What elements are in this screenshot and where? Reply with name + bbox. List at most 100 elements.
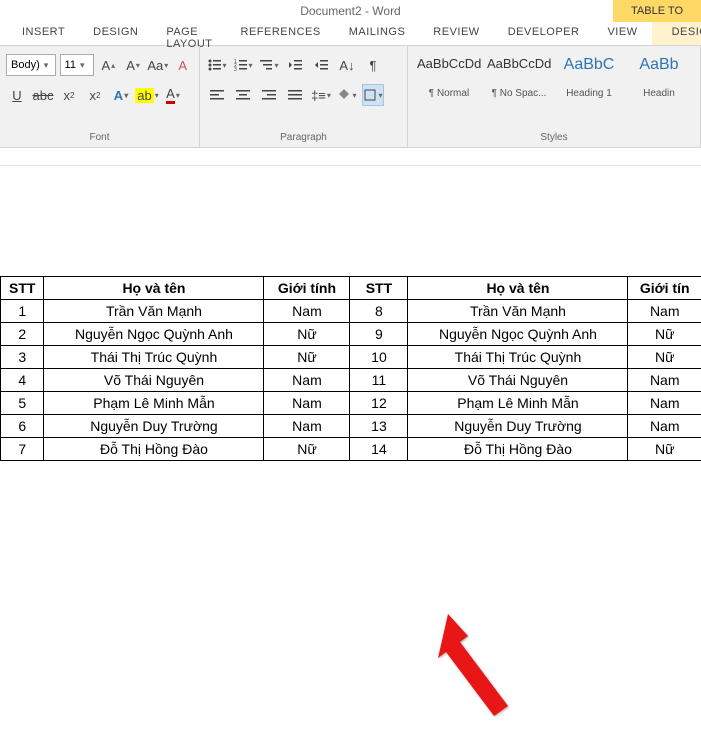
highlight-button[interactable]: ab▾ [136,84,158,106]
cell[interactable]: 6 [1,415,44,438]
cell[interactable]: Võ Thái Nguyên [408,369,628,392]
style--normal[interactable]: AaBbCcDd¶ Normal [414,52,484,108]
align-right-button[interactable] [258,84,280,106]
superscript-button[interactable]: x2 [84,84,106,106]
font-size-combo[interactable]: 11▾ [60,54,94,76]
bullets-button[interactable]: ▾ [206,54,228,76]
cell[interactable]: Võ Thái Nguyên [44,369,264,392]
tab-references[interactable]: REFERENCES [227,22,335,45]
line-spacing-button[interactable]: ‡≡▾ [310,84,332,106]
cell[interactable]: Nam [628,369,701,392]
cell[interactable]: Nữ [264,346,350,369]
tab-insert[interactable]: INSERT [8,22,79,45]
cell[interactable]: Nữ [628,323,701,346]
shrink-font-button[interactable]: A▾ [123,54,144,76]
multilevel-button[interactable]: ▾ [258,54,280,76]
cell[interactable]: 2 [1,323,44,346]
sort-button[interactable]: A↓ [336,54,358,76]
cell[interactable]: Nam [264,300,350,323]
col-name-1[interactable]: Họ và tên [44,277,264,300]
style-preview: AaBb [627,56,691,86]
col-gender-1[interactable]: Giới tính [264,277,350,300]
table-row[interactable]: 7Đỗ Thị Hồng ĐàoNữ14Đỗ Thị Hồng ĐàoNữ [1,438,701,461]
grow-font-button[interactable]: A▴ [98,54,119,76]
cell[interactable]: Phạm Lê Minh Mẫn [408,392,628,415]
shading-button[interactable]: ▾ [336,84,358,106]
font-color-button[interactable]: A▾ [162,84,184,106]
chevron-down-icon: ▾ [44,60,49,71]
cell[interactable]: 9 [350,323,408,346]
clear-formatting-button[interactable]: A [172,54,193,76]
borders-button[interactable]: ▾ [362,84,384,106]
cell[interactable]: 5 [1,392,44,415]
cell[interactable]: 8 [350,300,408,323]
strikethrough-button[interactable]: abc [32,84,54,106]
cell[interactable]: Đỗ Thị Hồng Đào [408,438,628,461]
tab-page-layout[interactable]: PAGE LAYOUT [152,22,226,45]
cell[interactable]: Nguyễn Ngọc Quỳnh Anh [44,323,264,346]
document-area[interactable]: STT Họ và tên Giới tính STT Họ và tên Gi… [0,166,701,461]
style--no-spac-[interactable]: AaBbCcDd¶ No Spac... [484,52,554,108]
cell[interactable]: Phạm Lê Minh Mẫn [44,392,264,415]
col-stt-1[interactable]: STT [1,277,44,300]
tab-table-design[interactable]: DESIGN [652,22,701,45]
cell[interactable]: 12 [350,392,408,415]
tab-mailings[interactable]: MAILINGS [335,22,420,45]
col-name-2[interactable]: Họ và tên [408,277,628,300]
tab-view[interactable]: VIEW [593,22,651,45]
subscript-button[interactable]: x2 [58,84,80,106]
cell[interactable]: Nam [264,369,350,392]
cell[interactable]: Nguyễn Ngọc Quỳnh Anh [408,323,628,346]
cell[interactable]: Nữ [264,323,350,346]
cell[interactable]: 14 [350,438,408,461]
tab-design[interactable]: DESIGN [79,22,152,45]
table-row[interactable]: 1Trần Văn MạnhNam8Trần Văn MạnhNam [1,300,701,323]
col-gender-2[interactable]: Giới tín [628,277,701,300]
decrease-indent-button[interactable] [284,54,306,76]
data-table[interactable]: STT Họ và tên Giới tính STT Họ và tên Gi… [0,276,701,461]
styles-group-label: Styles [414,130,694,145]
table-row[interactable]: 4Võ Thái NguyênNam11Võ Thái NguyênNam [1,369,701,392]
cell[interactable]: 10 [350,346,408,369]
style-headin[interactable]: AaBbHeadin [624,52,694,108]
cell[interactable]: Thái Thị Trúc Quỳnh [44,346,264,369]
cell[interactable]: 1 [1,300,44,323]
cell[interactable]: Nữ [628,346,701,369]
cell[interactable]: Nam [628,415,701,438]
underline-button[interactable]: U [6,84,28,106]
text-effects-button[interactable]: A▾ [110,84,132,106]
cell[interactable]: Nam [264,392,350,415]
table-row[interactable]: 6Nguyễn Duy TrườngNam13Nguyễn Duy Trường… [1,415,701,438]
style-heading-1[interactable]: AaBbCHeading 1 [554,52,624,108]
cell[interactable]: Nguyễn Duy Trường [408,415,628,438]
cell[interactable]: Nam [628,300,701,323]
font-family-combo[interactable]: Body)▾ [6,54,56,76]
cell[interactable]: Thái Thị Trúc Quỳnh [408,346,628,369]
col-stt-2[interactable]: STT [350,277,408,300]
cell[interactable]: Nam [264,415,350,438]
align-left-button[interactable] [206,84,228,106]
justify-button[interactable] [284,84,306,106]
cell[interactable]: 7 [1,438,44,461]
cell[interactable]: Nguyễn Duy Trường [44,415,264,438]
table-row[interactable]: 3Thái Thị Trúc QuỳnhNữ10Thái Thị Trúc Qu… [1,346,701,369]
cell[interactable]: 3 [1,346,44,369]
show-marks-button[interactable]: ¶ [362,54,384,76]
cell[interactable]: Nam [628,392,701,415]
table-row[interactable]: 5Phạm Lê Minh MẫnNam12Phạm Lê Minh MẫnNa… [1,392,701,415]
cell[interactable]: Nữ [628,438,701,461]
tab-review[interactable]: REVIEW [419,22,493,45]
tab-developer[interactable]: DEVELOPER [494,22,594,45]
cell[interactable]: Đỗ Thị Hồng Đào [44,438,264,461]
table-row[interactable]: 2Nguyễn Ngọc Quỳnh AnhNữ9Nguyễn Ngọc Quỳ… [1,323,701,346]
numbering-button[interactable]: 123▾ [232,54,254,76]
align-center-button[interactable] [232,84,254,106]
cell[interactable]: 13 [350,415,408,438]
cell[interactable]: Nữ [264,438,350,461]
increase-indent-button[interactable] [310,54,332,76]
cell[interactable]: 4 [1,369,44,392]
change-case-button[interactable]: Aa▾ [147,54,168,76]
cell[interactable]: 11 [350,369,408,392]
cell[interactable]: Trần Văn Mạnh [44,300,264,323]
cell[interactable]: Trần Văn Mạnh [408,300,628,323]
